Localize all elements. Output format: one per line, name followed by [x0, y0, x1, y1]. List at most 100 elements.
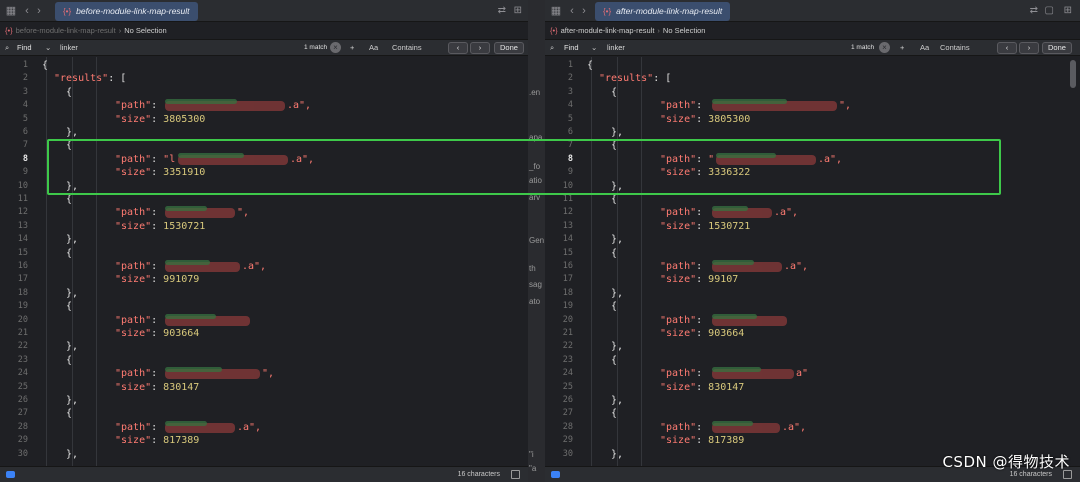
window-icon[interactable]: ▢ — [1045, 4, 1054, 18]
add-editor-icon[interactable]: ⊞ — [1064, 4, 1072, 18]
code-line[interactable]: 3{ — [545, 86, 1080, 99]
code-line[interactable]: 16 "path": .a", — [0, 260, 528, 273]
code-line[interactable]: 12 "path": ", — [0, 206, 528, 219]
code-line[interactable]: 2 "results": [ — [545, 72, 1080, 85]
match-case-button[interactable]: Aa — [369, 40, 378, 55]
code-line[interactable]: 22}, — [545, 340, 1080, 353]
code-line[interactable]: 21 "size": 903664 — [0, 327, 528, 340]
code-line[interactable]: 5 "size": 3805300 — [545, 113, 1080, 126]
minimap-toggle-icon[interactable] — [511, 470, 520, 479]
scrollbar-thumb[interactable] — [1070, 60, 1076, 88]
match-mode-dropdown[interactable]: Contains — [940, 40, 970, 55]
code-line[interactable]: 28 "path": .a", — [545, 420, 1080, 434]
previous-match-button[interactable]: ‹ — [997, 42, 1017, 54]
sidebar-toggle-icon[interactable] — [551, 471, 560, 478]
clear-search-icon[interactable]: × — [879, 42, 890, 53]
code-line[interactable]: 7{ — [0, 139, 528, 152]
chevron-down-icon[interactable]: ⌄ — [45, 40, 51, 55]
code-line[interactable]: 26}, — [545, 394, 1080, 407]
next-match-button[interactable]: › — [470, 42, 490, 54]
grid-icon[interactable]: ▦ — [549, 4, 563, 18]
tab-active-file[interactable]: {•} after-module-link-map-result — [595, 2, 731, 21]
chevron-down-icon[interactable]: ⌄ — [591, 40, 597, 55]
find-mode-label[interactable]: Find — [564, 40, 579, 55]
code-editor[interactable]: 1{2 "results": [3{4 "path": .a", 5 "size": 3… — [0, 57, 528, 466]
breadcrumb-selection[interactable]: No Selection — [124, 26, 167, 35]
code-line[interactable]: 11 { — [0, 193, 528, 206]
code-line[interactable]: 27 { — [0, 407, 528, 420]
code-line[interactable]: 9 "size": 3351910 — [0, 166, 528, 179]
code-line[interactable]: 9 "size": 3336322 — [545, 166, 1080, 179]
code-line[interactable]: 7{ — [545, 139, 1080, 152]
code-line[interactable]: 29 "size": 817389 — [545, 434, 1080, 447]
search-input[interactable]: linker — [60, 40, 78, 55]
code-line[interactable]: 5 "size": 3805300 — [0, 113, 528, 126]
code-line[interactable]: 16 "path": .a", — [545, 260, 1080, 273]
code-line[interactable]: 1{ — [545, 59, 1080, 72]
code-line[interactable]: 13 "size": 1530721 — [0, 220, 528, 233]
code-line[interactable]: 13 "size": 1530721 — [545, 220, 1080, 233]
code-line[interactable]: 8 "path": "l .a", — [0, 152, 528, 166]
add-pattern-button[interactable]: + — [350, 40, 354, 55]
code-line[interactable]: 4 "path": ", — [545, 99, 1080, 112]
code-line[interactable]: 29 "size": 817389 — [0, 434, 528, 447]
code-line[interactable]: 23 { — [0, 354, 528, 367]
code-line[interactable]: 17 "size": 991079 — [0, 273, 528, 286]
code-line[interactable]: 6}, — [0, 126, 528, 139]
code-line[interactable]: 6}, — [545, 126, 1080, 139]
search-input[interactable]: linker — [607, 40, 625, 55]
code-line[interactable]: 20 "path": — [0, 313, 528, 327]
done-button[interactable]: Done — [1042, 42, 1072, 54]
match-case-button[interactable]: Aa — [920, 40, 929, 55]
split-swap-icon[interactable]: ⇄ — [498, 4, 506, 18]
code-line[interactable]: 18}, — [0, 287, 528, 300]
code-line[interactable]: 12 "path": .a", — [545, 206, 1080, 219]
code-line[interactable]: 10}, — [545, 180, 1080, 193]
code-line[interactable]: 2 "results": [ — [0, 72, 528, 85]
code-line[interactable]: 19 { — [545, 300, 1080, 313]
code-line[interactable]: 20 "path": — [545, 313, 1080, 327]
code-line[interactable]: 28 "path": .a", — [0, 420, 528, 434]
code-line[interactable]: 3{ — [0, 86, 528, 99]
find-mode-label[interactable]: Find — [17, 40, 32, 55]
code-line[interactable]: 14}, — [0, 233, 528, 246]
breadcrumb-file[interactable]: before-module-link-map-result — [16, 26, 116, 35]
code-line[interactable]: 18}, — [545, 287, 1080, 300]
code-line[interactable]: 23 { — [545, 354, 1080, 367]
match-mode-dropdown[interactable]: Contains — [392, 40, 422, 55]
code-line[interactable]: 25 "size": 830147 — [545, 381, 1080, 394]
code-line[interactable]: 1{ — [0, 59, 528, 72]
tab-active-file[interactable]: {•} before-module-link-map-result — [55, 2, 198, 21]
code-line[interactable]: 8 "path": " .a", — [545, 152, 1080, 166]
code-line[interactable]: 19 { — [0, 300, 528, 313]
sidebar-toggle-icon[interactable] — [6, 471, 15, 478]
code-line[interactable]: 24 "path": a" — [545, 367, 1080, 380]
code-line[interactable]: 15 { — [545, 247, 1080, 260]
breadcrumb-selection[interactable]: No Selection — [663, 26, 706, 35]
forward-arrow-icon[interactable]: › — [577, 4, 591, 18]
code-line[interactable]: 15 { — [0, 247, 528, 260]
code-line[interactable]: 26}, — [0, 394, 528, 407]
grid-icon[interactable]: ▦ — [4, 4, 18, 18]
code-line[interactable]: 22}, — [0, 340, 528, 353]
done-button[interactable]: Done — [494, 42, 524, 54]
code-line[interactable]: 21 "size": 903664 — [545, 327, 1080, 340]
code-line[interactable]: 30}, — [0, 448, 528, 461]
code-line[interactable]: 11 { — [545, 193, 1080, 206]
add-pattern-button[interactable]: + — [900, 40, 904, 55]
code-line[interactable]: 14}, — [545, 233, 1080, 246]
next-match-button[interactable]: › — [1019, 42, 1039, 54]
code-line[interactable]: 25 "size": 830147 — [0, 381, 528, 394]
add-editor-icon[interactable]: ⊞ — [514, 4, 522, 18]
code-line[interactable]: 4 "path": .a", — [0, 99, 528, 112]
code-line[interactable]: 27 { — [545, 407, 1080, 420]
previous-match-button[interactable]: ‹ — [448, 42, 468, 54]
breadcrumb-file[interactable]: after-module-link-map-result — [561, 26, 655, 35]
forward-arrow-icon[interactable]: › — [32, 4, 46, 18]
clear-search-icon[interactable]: × — [330, 42, 341, 53]
split-swap-icon[interactable]: ⇄ — [1030, 4, 1038, 18]
code-line[interactable]: 10}, — [0, 180, 528, 193]
code-editor[interactable]: 1{2 "results": [3{4 "path": ", 5 "size": 380… — [545, 57, 1080, 466]
code-line[interactable]: 17 "size": 99107 — [545, 273, 1080, 286]
code-line[interactable]: 24 "path": ", — [0, 367, 528, 380]
